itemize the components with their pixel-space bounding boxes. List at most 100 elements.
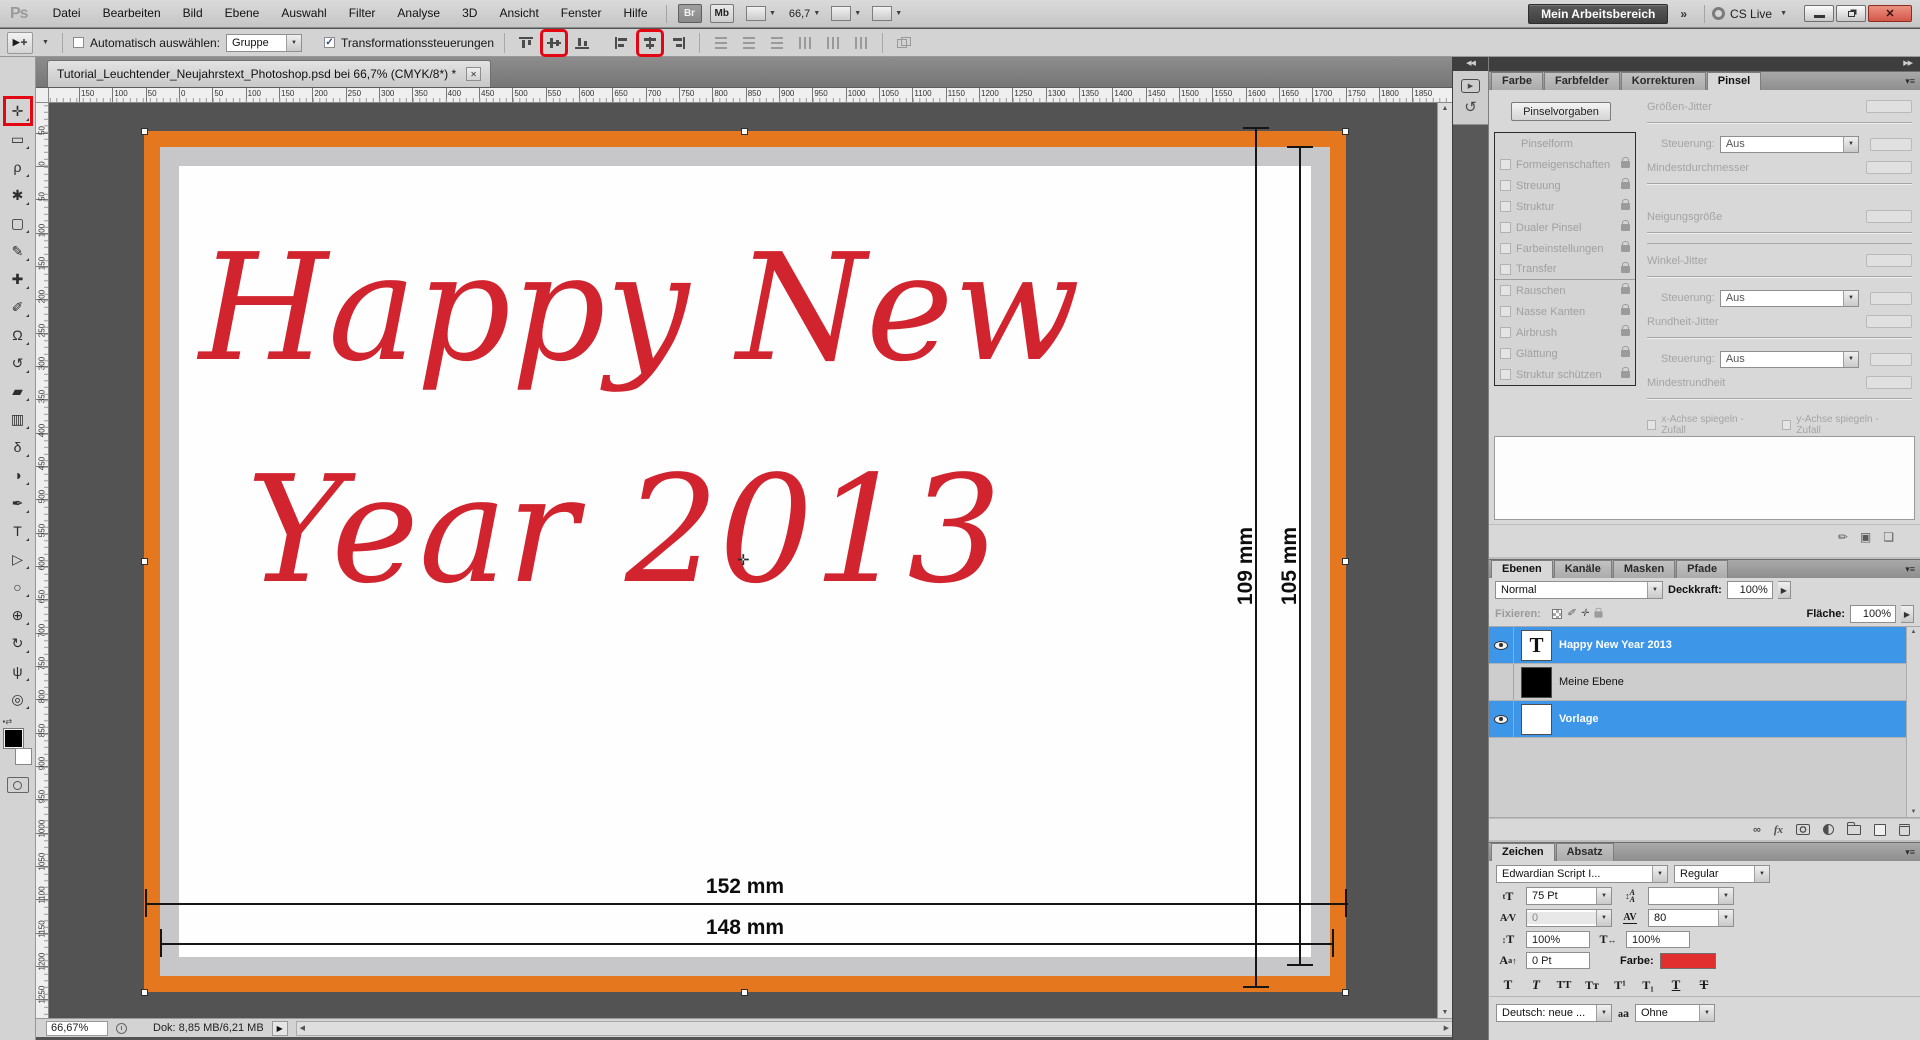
launch-mini-bridge-button[interactable]: Mb xyxy=(710,4,734,23)
lock-icon[interactable] xyxy=(1621,287,1630,294)
view-extras-icon[interactable] xyxy=(746,6,766,21)
setting-checkbox[interactable] xyxy=(1500,348,1511,359)
menu-auswahl[interactable]: Auswahl xyxy=(270,0,337,27)
language-dropdown[interactable]: Deutsch: neue ...▼ xyxy=(1496,1004,1612,1022)
tracking-dropdown[interactable]: 80▼ xyxy=(1648,909,1734,927)
screen-mode-icon[interactable] xyxy=(872,6,892,21)
tab-ebenen[interactable]: Ebenen xyxy=(1491,560,1553,578)
vertical-scale-field[interactable]: 100% xyxy=(1526,931,1590,948)
transform-handle[interactable] xyxy=(1342,989,1349,996)
auto-select-checkbox[interactable] xyxy=(73,37,84,48)
chevron-down-icon[interactable]: ▼ xyxy=(895,10,902,17)
layer-list-scrollbar[interactable]: ▲ ▼ xyxy=(1906,627,1920,817)
history-panel-icon[interactable]: ↺ xyxy=(1464,102,1477,114)
menu-filter[interactable]: Filter xyxy=(338,0,387,27)
distribute-left-edges-button[interactable] xyxy=(794,32,816,54)
window-close-button[interactable]: ✕ xyxy=(1868,5,1912,22)
add-layer-mask-icon[interactable] xyxy=(1796,824,1810,835)
setting-checkbox[interactable] xyxy=(1500,201,1511,212)
layer-row[interactable]: Vorlage xyxy=(1489,701,1920,738)
tool-move[interactable]: ✛ xyxy=(4,97,32,125)
tool-clone-stamp[interactable]: Ω xyxy=(4,321,32,349)
menu-ebene[interactable]: Ebene xyxy=(214,0,271,27)
setting-checkbox[interactable] xyxy=(1500,180,1511,191)
anti-alias-dropdown[interactable]: Ohne▼ xyxy=(1635,1004,1715,1022)
menu-hilfe[interactable]: Hilfe xyxy=(612,0,658,27)
lock-icon[interactable] xyxy=(1621,266,1630,273)
tab-kanaele[interactable]: Kanäle xyxy=(1554,560,1612,578)
style-strikethrough[interactable]: T xyxy=(1692,976,1716,994)
lock-transparency-icon[interactable] xyxy=(1552,609,1562,619)
control-dropdown[interactable]: Aus▼ xyxy=(1720,351,1859,368)
scroll-up-icon[interactable]: ▲ xyxy=(1911,629,1917,635)
lock-icon[interactable] xyxy=(1621,245,1630,252)
scroll-down-icon[interactable]: ▼ xyxy=(1442,1009,1449,1016)
status-flyout-button[interactable]: ▶ xyxy=(272,1021,288,1036)
distribute-vertical-centers-button[interactable] xyxy=(738,32,760,54)
style-superscript[interactable]: T¹ xyxy=(1608,976,1632,994)
tab-absatz[interactable]: Absatz xyxy=(1556,843,1614,861)
tool-hand[interactable]: ψ xyxy=(4,657,32,685)
tool-quick-selection[interactable]: ✱ xyxy=(4,181,32,209)
tool-type[interactable]: T xyxy=(4,517,32,545)
style-subscript[interactable]: T₁ xyxy=(1636,976,1660,994)
tool-marquee[interactable]: ▭ xyxy=(4,125,32,153)
setting-checkbox[interactable] xyxy=(1500,222,1511,233)
style-faux-italic[interactable]: T xyxy=(1524,976,1548,994)
panel-menu-icon[interactable]: ▾≡ xyxy=(1905,847,1915,858)
lock-icon[interactable] xyxy=(1621,161,1630,168)
setting-checkbox[interactable] xyxy=(1500,159,1511,170)
vertical-scrollbar[interactable]: ▲ ▼ xyxy=(1437,103,1452,1018)
layer-row[interactable]: T Happy New Year 2013 xyxy=(1489,627,1920,664)
setting-checkbox[interactable] xyxy=(1500,285,1511,296)
setting-checkbox[interactable] xyxy=(1500,243,1511,254)
style-underline[interactable]: T xyxy=(1664,976,1688,994)
tool-3d-rotate[interactable]: ⊕ xyxy=(4,601,32,629)
layer-row[interactable]: Meine Ebene xyxy=(1489,664,1920,701)
menu-ansicht[interactable]: Ansicht xyxy=(488,0,549,27)
scroll-up-icon[interactable]: ▲ xyxy=(1442,105,1449,112)
leading-dropdown[interactable]: ▼ xyxy=(1648,887,1734,905)
adjustment-layer-icon[interactable] xyxy=(1823,824,1834,835)
quick-mask-button[interactable] xyxy=(7,777,29,793)
brush-setting-row[interactable]: Farbeinstellungen xyxy=(1495,238,1635,259)
font-size-dropdown[interactable]: 75 Pt▼ xyxy=(1526,887,1612,905)
vertical-ruler[interactable]: 5005010015020025030035040045050055060065… xyxy=(36,103,49,1018)
lock-icon[interactable] xyxy=(1621,182,1630,189)
workspace-overflow-chevrons[interactable]: » xyxy=(1680,7,1685,21)
tool-dodge[interactable]: ◑ xyxy=(4,461,32,489)
transform-handle[interactable] xyxy=(1342,558,1349,565)
tool-eyedropper[interactable]: ✎ xyxy=(4,237,32,265)
auto-align-layers-button[interactable] xyxy=(893,32,915,54)
lock-icon[interactable] xyxy=(1621,203,1630,210)
min-diameter-slider[interactable] xyxy=(1647,183,1912,185)
tab-farbfelder[interactable]: Farbfelder xyxy=(1544,72,1620,90)
tool-blur[interactable]: δ xyxy=(4,433,32,461)
auto-select-mode-dropdown[interactable]: Gruppe ▼ xyxy=(226,34,302,52)
tool-brush[interactable]: ✐ xyxy=(4,293,32,321)
menu-3d[interactable]: 3D xyxy=(451,0,488,27)
arrange-documents-icon[interactable] xyxy=(831,6,851,21)
lock-icon[interactable] xyxy=(1621,224,1630,231)
canvas-viewport[interactable]: Happy New Year 2013 152 mm 148 mm 109 mm… xyxy=(49,103,1437,1018)
tab-korrekturen[interactable]: Korrekturen xyxy=(1621,72,1706,90)
tool-3d-orbit[interactable]: ↻ xyxy=(4,629,32,657)
scroll-right-icon[interactable]: ▶ xyxy=(1444,1024,1449,1032)
lock-icon[interactable] xyxy=(1621,350,1630,357)
align-right-edges-button[interactable] xyxy=(667,32,689,54)
brush-setting-row[interactable]: Rauschen xyxy=(1495,280,1635,301)
font-family-dropdown[interactable]: Edwardian Script I...▼ xyxy=(1496,865,1668,883)
brush-setting-row[interactable]: Nasse Kanten xyxy=(1495,301,1635,322)
lock-pixels-icon[interactable]: ✐ xyxy=(1567,609,1575,619)
control-dropdown[interactable]: Aus▼ xyxy=(1720,136,1859,153)
lock-icon[interactable] xyxy=(1621,371,1630,378)
brush-setting-row[interactable]: Transfer xyxy=(1495,259,1635,280)
roundness-jitter-slider[interactable] xyxy=(1647,337,1912,339)
horizontal-scale-field[interactable]: 100% xyxy=(1626,931,1690,948)
tool-path-selection[interactable]: ▷ xyxy=(4,545,32,573)
tool-history-brush[interactable]: ↺ xyxy=(4,349,32,377)
opacity-field[interactable]: 100% xyxy=(1727,581,1773,599)
chevron-down-icon[interactable]: ▼ xyxy=(769,10,776,17)
flip-y-checkbox[interactable] xyxy=(1782,420,1791,430)
fill-field[interactable]: 100% xyxy=(1850,605,1896,623)
